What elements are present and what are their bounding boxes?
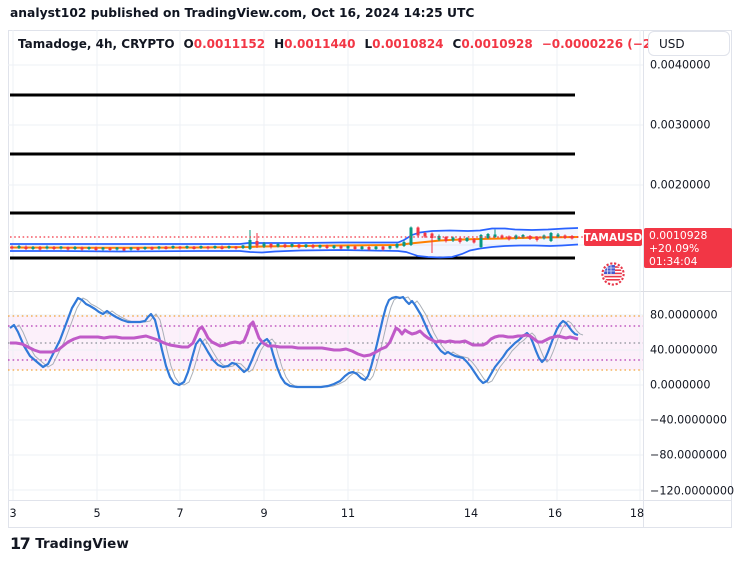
ohlc-value: 0.0010824	[372, 37, 444, 51]
last-price-value: 0.0010928	[649, 229, 708, 242]
tradingview-logo-text: TradingView	[35, 536, 129, 552]
currency-toggle-button[interactable]: USD	[648, 31, 730, 56]
ind-labels-label: 0.0000000	[650, 378, 711, 392]
tradingview-logo[interactable]: 17 TradingView	[10, 534, 129, 553]
published-chart-page: analyst102 published on TradingView.com,…	[0, 0, 740, 562]
chart-legend[interactable]: Tamadoge, 4h, CRYPTO O0.0011152 H0.0011440…	[18, 37, 690, 51]
ohlc-value: 0.0011440	[284, 37, 356, 51]
ohlc-value: 0.0011152	[193, 37, 266, 51]
time-axis-separator	[8, 500, 732, 501]
time-labels-label: 7	[176, 507, 184, 520]
time-labels-label: 5	[93, 507, 101, 520]
ind-labels-label: −120.0000000	[650, 484, 735, 498]
ind-labels-label: 40.0000000	[650, 343, 718, 357]
pane-separator[interactable]	[8, 291, 732, 292]
price-labels-label: 0.0040000	[650, 58, 711, 72]
time-labels-label: 11	[340, 507, 356, 520]
symbol-title[interactable]: Tamadoge, 4h, CRYPTO	[18, 37, 175, 51]
price-labels-label: 0.0020000	[650, 178, 711, 192]
bar-countdown: 01:34:04	[649, 255, 698, 268]
tradingview-logo-icon: 17	[10, 534, 31, 553]
publish-header: analyst102 published on TradingView.com,…	[10, 6, 475, 20]
ohlc-value: 0.0010928	[461, 37, 533, 51]
ind-labels-label: −80.0000000	[650, 448, 727, 462]
symbol-price-label[interactable]: TAMAUSD	[584, 229, 642, 246]
time-labels-label: 9	[260, 507, 268, 520]
time-labels-label: 18	[629, 507, 645, 520]
time-labels-label: 16	[547, 507, 563, 520]
time-labels-label: 3	[9, 507, 17, 520]
ind-labels-label: 80.0000000	[650, 308, 718, 322]
ohlc-key: O	[183, 37, 194, 51]
ohlc-key: H	[274, 37, 285, 51]
ohlc-key: C	[452, 37, 462, 51]
last-price-change: +20.09%	[649, 242, 700, 255]
time-labels-label: 14	[463, 507, 479, 520]
price-labels-label: 0.0030000	[650, 118, 711, 132]
last-price-tag[interactable]: 0.0010928 +20.09% 01:34:04	[644, 228, 732, 268]
us-flag-economic-event-icon[interactable]	[601, 262, 625, 286]
ind-labels-label: −40.0000000	[650, 413, 727, 427]
ohlc-key: L	[364, 37, 373, 51]
price-axis-separator	[643, 30, 644, 528]
